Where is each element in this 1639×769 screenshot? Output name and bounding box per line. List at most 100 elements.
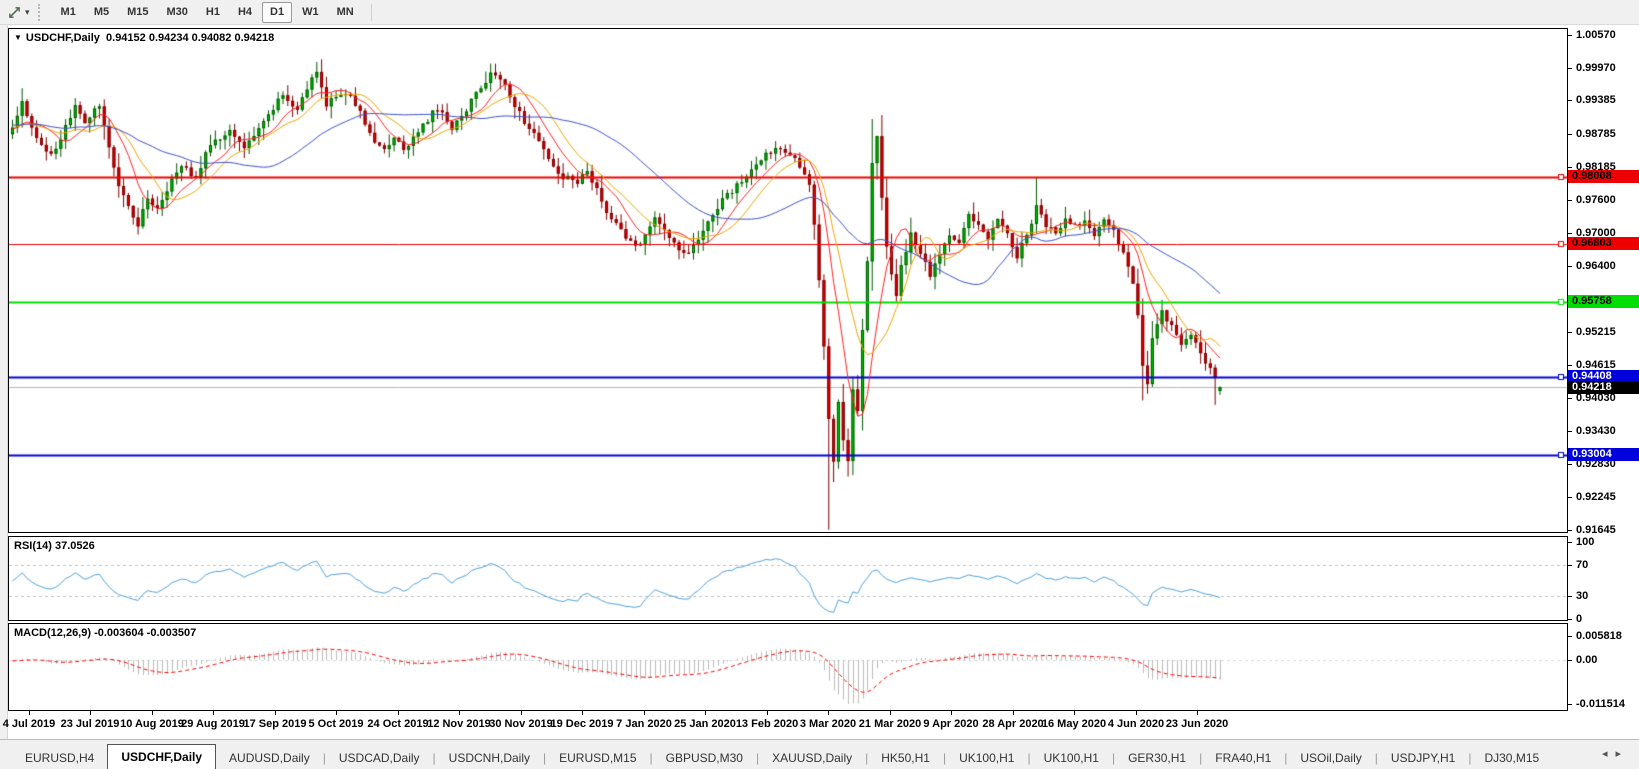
date-tick-mark xyxy=(213,711,214,715)
axis-tick-mark xyxy=(1568,133,1572,135)
axis-tick-label: 0.92245 xyxy=(1576,490,1616,503)
date-tick-mark xyxy=(459,711,460,715)
timeframe-button-group: M1 M5 M15 M30 H1 H4 D1 W1 MN xyxy=(52,1,363,23)
collapse-triangle-icon[interactable]: ▼ xyxy=(14,33,22,42)
date-tick-label: 29 Aug 2019 xyxy=(181,718,245,730)
axis-tick-label: 0.96400 xyxy=(1576,260,1616,273)
date-tick-label: 9 Apr 2020 xyxy=(923,718,979,730)
price-level-badge: 0.98008 xyxy=(1568,170,1639,184)
axis-tick-label: -0.011514 xyxy=(1576,698,1625,710)
chart-tab-uk100-h1[interactable]: UK100,H1 xyxy=(1031,748,1112,769)
axis-tick-label: 0.99385 xyxy=(1576,94,1616,107)
date-tick-mark xyxy=(90,711,91,715)
chart-tab-dj30-m15[interactable]: DJ30,M15 xyxy=(1471,748,1552,769)
axis-tick-mark xyxy=(1568,100,1572,102)
axis-tick-mark xyxy=(1568,430,1572,432)
timeframe-button-h4[interactable]: H4 xyxy=(230,2,260,23)
date-tick-mark xyxy=(152,711,153,715)
timeframe-button-m30[interactable]: M30 xyxy=(159,2,196,23)
chart-tab-eurusd-h4[interactable]: EURUSD,H4 xyxy=(12,748,107,769)
date-tick-label: 12 Nov 2019 xyxy=(427,718,491,730)
date-tick-mark xyxy=(705,711,706,715)
axis-tick-label: 70 xyxy=(1576,559,1589,572)
chart-tab-xauusd-daily[interactable]: XAUUSD,Daily xyxy=(759,748,865,769)
date-axis[interactable]: 4 Jul 2019 23 Jul 2019 10 Aug 2019 29 Aug 2… xyxy=(3,711,1568,737)
axis-tick-mark xyxy=(1568,636,1572,637)
axis-tick-mark xyxy=(1568,530,1572,532)
metatrader-window: ▾ M1 M5 M15 M30 H1 H4 D1 W1 MN ▼ USDCHF,Daily 0.9… xyxy=(0,0,1639,769)
axis-tick-label: 0.99970 xyxy=(1576,62,1616,75)
axis-tick-mark xyxy=(1568,331,1572,333)
cursor-tool-icon[interactable] xyxy=(4,2,24,22)
axis-tick-label: 0.00 xyxy=(1576,654,1598,666)
date-tick-mark xyxy=(767,711,768,715)
timeframe-button-m1[interactable]: M1 xyxy=(53,2,84,23)
axis-tick-label: 0.91645 xyxy=(1576,524,1616,537)
chart-tab-ger30-h1[interactable]: GER30,H1 xyxy=(1115,748,1199,769)
date-tick-mark xyxy=(336,711,337,715)
chart-tab-audusd-daily[interactable]: AUDUSD,Daily xyxy=(216,748,323,769)
date-tick-label: 28 Apr 2020 xyxy=(982,718,1044,730)
chart-tabs-bar: EURUSD,H4 USDCHF,Daily AUDUSD,Daily | USDCAD… xyxy=(0,739,1639,769)
chart-tab-usdchf-daily[interactable]: USDCHF,Daily xyxy=(107,744,217,769)
timeframe-button-m5[interactable]: M5 xyxy=(86,2,117,23)
date-tick-label: 16 May 2020 xyxy=(1041,718,1107,730)
date-tick-label: 13 Feb 2020 xyxy=(735,718,799,730)
axis-tick-mark xyxy=(1568,365,1572,367)
rsi-label: RSI(14) 37.0526 xyxy=(14,540,95,552)
date-tick-label: 21 Mar 2020 xyxy=(858,718,922,730)
chart-tab-uk100-h1[interactable]: UK100,H1 xyxy=(946,748,1027,769)
axis-tick-mark xyxy=(1568,199,1572,201)
chart-tab-eurusd-m15[interactable]: EURUSD,M15 xyxy=(546,748,649,769)
price-chart-canvas[interactable] xyxy=(9,29,1567,532)
date-tick-mark xyxy=(582,711,583,715)
timeframe-button-m15[interactable]: M15 xyxy=(119,2,156,23)
axis-tick-label: 0.98785 xyxy=(1576,127,1616,140)
axis-tick-mark xyxy=(1568,266,1572,268)
chart-tab-usoil-daily[interactable]: USOil,Daily xyxy=(1287,748,1374,769)
date-tick-mark xyxy=(1136,711,1137,715)
date-tick-label: 24 Oct 2019 xyxy=(367,718,429,730)
tab-scroll-arrows[interactable]: ◂▸ xyxy=(1602,747,1629,760)
date-tick-label: 7 Jan 2020 xyxy=(616,718,672,730)
chart-tab-hk50-h1[interactable]: HK50,H1 xyxy=(868,748,943,769)
left-panel-strip xyxy=(0,25,8,739)
current-price-badge: 0.94218 xyxy=(1568,380,1639,394)
date-tick-mark xyxy=(890,711,891,715)
axis-tick-mark xyxy=(1568,34,1572,36)
chart-tab-fra40-h1[interactable]: FRA40,H1 xyxy=(1202,748,1284,769)
axis-tick-mark xyxy=(1568,232,1572,234)
axis-tick-mark xyxy=(1568,660,1572,661)
date-tick-mark xyxy=(521,711,522,715)
rsi-indicator-canvas[interactable] xyxy=(9,537,1567,620)
timeframe-button-w1[interactable]: W1 xyxy=(294,2,327,23)
chart-tab-usdjpy-h1[interactable]: USDJPY,H1 xyxy=(1378,748,1468,769)
axis-tick-label: 0.97600 xyxy=(1576,193,1616,206)
toolbar-gripper[interactable] xyxy=(37,3,44,21)
cursor-tool-dropdown-icon[interactable]: ▾ xyxy=(25,7,30,18)
axis-tick-mark xyxy=(1568,397,1572,399)
macd-indicator-canvas[interactable] xyxy=(9,624,1567,710)
date-tick-mark xyxy=(644,711,645,715)
timeframe-button-h1[interactable]: H1 xyxy=(198,2,228,23)
price-level-badge: 0.93004 xyxy=(1568,448,1639,462)
date-tick-mark xyxy=(1013,711,1014,715)
rsi-pane: RSI(14) 37.0526 xyxy=(8,536,1568,621)
price-pane: ▼ USDCHF,Daily 0.94152 0.94234 0.94082 0.… xyxy=(8,28,1568,533)
chart-tab-usdcad-daily[interactable]: USDCAD,Daily xyxy=(326,748,433,769)
chart-tab-usdcnh-daily[interactable]: USDCNH,Daily xyxy=(436,748,543,769)
chart-tab-gbpusd-m30[interactable]: GBPUSD,M30 xyxy=(653,748,756,769)
timeframe-button-d1[interactable]: D1 xyxy=(262,1,293,23)
axis-tick-mark xyxy=(1568,704,1572,705)
date-tick-mark xyxy=(828,711,829,715)
timeframe-button-mn[interactable]: MN xyxy=(329,2,362,23)
chart-symbol-label: USDCHF,Daily xyxy=(25,32,100,44)
chart-ohlc-values: 0.94152 0.94234 0.94082 0.94218 xyxy=(106,32,275,44)
date-tick-mark xyxy=(275,711,276,715)
axis-tick-label: 0.005818 xyxy=(1576,630,1622,642)
price-axis[interactable]: 1.00570 0.99970 0.99385 0.98785 0.98185 0.976… xyxy=(1568,25,1639,739)
price-level-badge: 0.95758 xyxy=(1568,295,1639,309)
date-tick-mark xyxy=(1074,711,1075,715)
date-tick-label: 19 Dec 2019 xyxy=(550,718,614,730)
axis-tick-label: 30 xyxy=(1576,589,1589,602)
